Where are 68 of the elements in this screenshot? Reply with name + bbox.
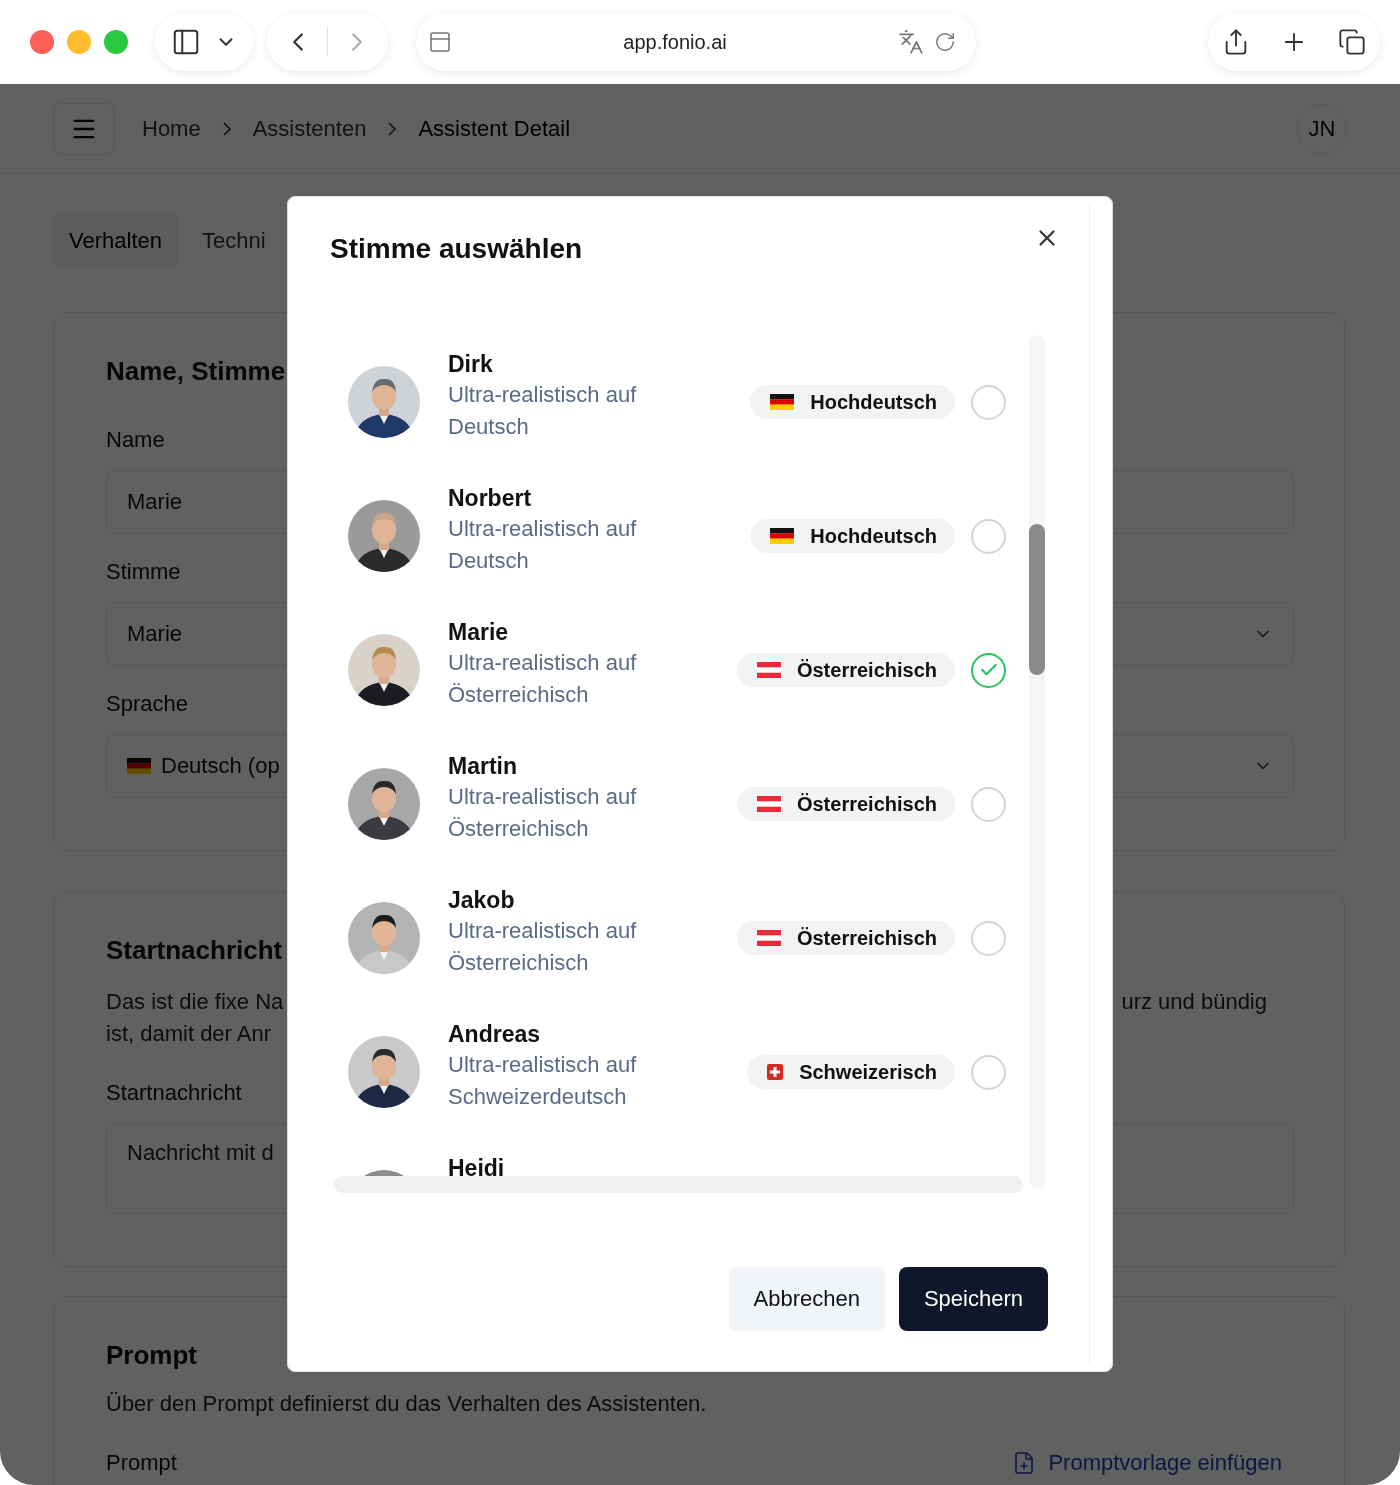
- dialog-title: Stimme auswählen: [330, 233, 584, 265]
- voice-option[interactable]: Dirk Ultra-realistisch auf Deutsch Hochdeutsch: [334, 335, 1023, 469]
- close-window-button[interactable]: [30, 30, 54, 54]
- maximize-window-button[interactable]: [104, 30, 128, 54]
- chevron-right-icon: [388, 121, 397, 136]
- section-description: ist, damit der Anr: [106, 1020, 272, 1048]
- radio-button[interactable]: [971, 652, 1006, 688]
- language-badge: Hochdeutsch: [750, 519, 955, 553]
- reload-icon[interactable]: [934, 31, 956, 53]
- language-badge: Österreichisch: [736, 921, 955, 955]
- radio-button[interactable]: [971, 786, 1006, 822]
- voice-description: Ultra-realistisch auf Österreichisch: [448, 649, 638, 709]
- flag-icon: [756, 930, 781, 946]
- flag-icon: [756, 796, 781, 812]
- voice-name: Marie: [448, 618, 509, 647]
- flag-icon: [756, 662, 781, 678]
- page-icon[interactable]: [428, 30, 452, 54]
- section-title: Startnachricht: [106, 935, 283, 966]
- language-badge: Österreichisch: [736, 653, 955, 687]
- flag-icon: [770, 528, 795, 544]
- section-description: Das ist die fixe Na: [106, 988, 284, 1016]
- voice-name: Martin: [448, 752, 517, 781]
- voice-name: Jakob: [448, 886, 515, 915]
- minimize-window-button[interactable]: [67, 30, 91, 54]
- section-title: Prompt: [106, 1340, 197, 1371]
- voice-description: Ultra-realistisch auf Deutsch: [448, 381, 638, 441]
- field-label: Startnachricht: [106, 1080, 242, 1106]
- translate-icon[interactable]: [898, 29, 924, 55]
- tabs-overview-icon[interactable]: [1338, 28, 1366, 56]
- voice-description: Ultra-realistisch auf Österreichisch: [448, 783, 638, 843]
- menu-button[interactable]: [53, 102, 115, 155]
- voice-name: Dirk: [448, 350, 493, 379]
- field-label: Sprache: [106, 691, 188, 717]
- voice-option[interactable]: Norbert Ultra-realistisch auf Deutsch Hochdeutsch: [334, 469, 1023, 603]
- voice-option[interactable]: Jakob Ultra-realistisch auf Österreichisch Österreichisch: [334, 871, 1023, 1005]
- radio-button[interactable]: [971, 384, 1006, 420]
- chevron-right-icon: [222, 121, 231, 136]
- voice-description: Ultra-realistisch auf Schweizerdeutsch: [448, 1051, 638, 1111]
- sidebar-icon[interactable]: [171, 27, 201, 57]
- voice-description: Ultra-realistisch auf Österreichisch: [448, 917, 638, 977]
- radio-button[interactable]: [971, 920, 1006, 956]
- url-text[interactable]: app.fonio.ai: [452, 30, 898, 54]
- voice-option[interactable]: Marie Ultra-realistisch auf Österreichisch Österreichisch: [334, 603, 1023, 737]
- language-badge: Hochdeutsch: [750, 385, 955, 419]
- voice-name: Andreas: [448, 1020, 541, 1049]
- scrollbar-thumb[interactable]: [1029, 524, 1045, 675]
- field-label: Prompt: [106, 1450, 177, 1476]
- horizontal-scrollbar[interactable]: [334, 1176, 1023, 1193]
- voice-name: Norbert: [448, 484, 532, 513]
- flag-icon: [127, 758, 151, 774]
- flag-icon: [767, 1064, 784, 1080]
- scrollbar-track[interactable]: [1029, 335, 1045, 1188]
- section-description: urz und bündig: [1121, 988, 1267, 1016]
- language-badge: Schweizerisch: [747, 1055, 955, 1089]
- section-title: Name, Stimme: [106, 356, 286, 387]
- radio-button[interactable]: [971, 1054, 1006, 1090]
- cancel-button[interactable]: Abbrechen: [728, 1267, 885, 1331]
- language-badge: Österreichisch: [736, 787, 955, 821]
- voice-description: Ultra-realistisch auf Deutsch: [448, 515, 638, 575]
- flag-icon: [770, 394, 795, 410]
- voice-name: Heidi: [448, 1154, 505, 1176]
- radio-button[interactable]: [971, 518, 1006, 554]
- field-label: Name: [106, 427, 165, 453]
- save-button[interactable]: Speichern: [898, 1267, 1048, 1331]
- section-description: Über den Prompt definierst du das Verhalten des Assistenten.: [106, 1390, 707, 1418]
- field-label: Stimme: [106, 559, 181, 585]
- voice-option[interactable]: Andreas Ultra-realistisch auf Schweizerdeutsch Schweizerisch: [334, 1005, 1023, 1139]
- voice-option[interactable]: Martin Ultra-realistisch auf Österreichisch Österreichisch: [334, 737, 1023, 871]
